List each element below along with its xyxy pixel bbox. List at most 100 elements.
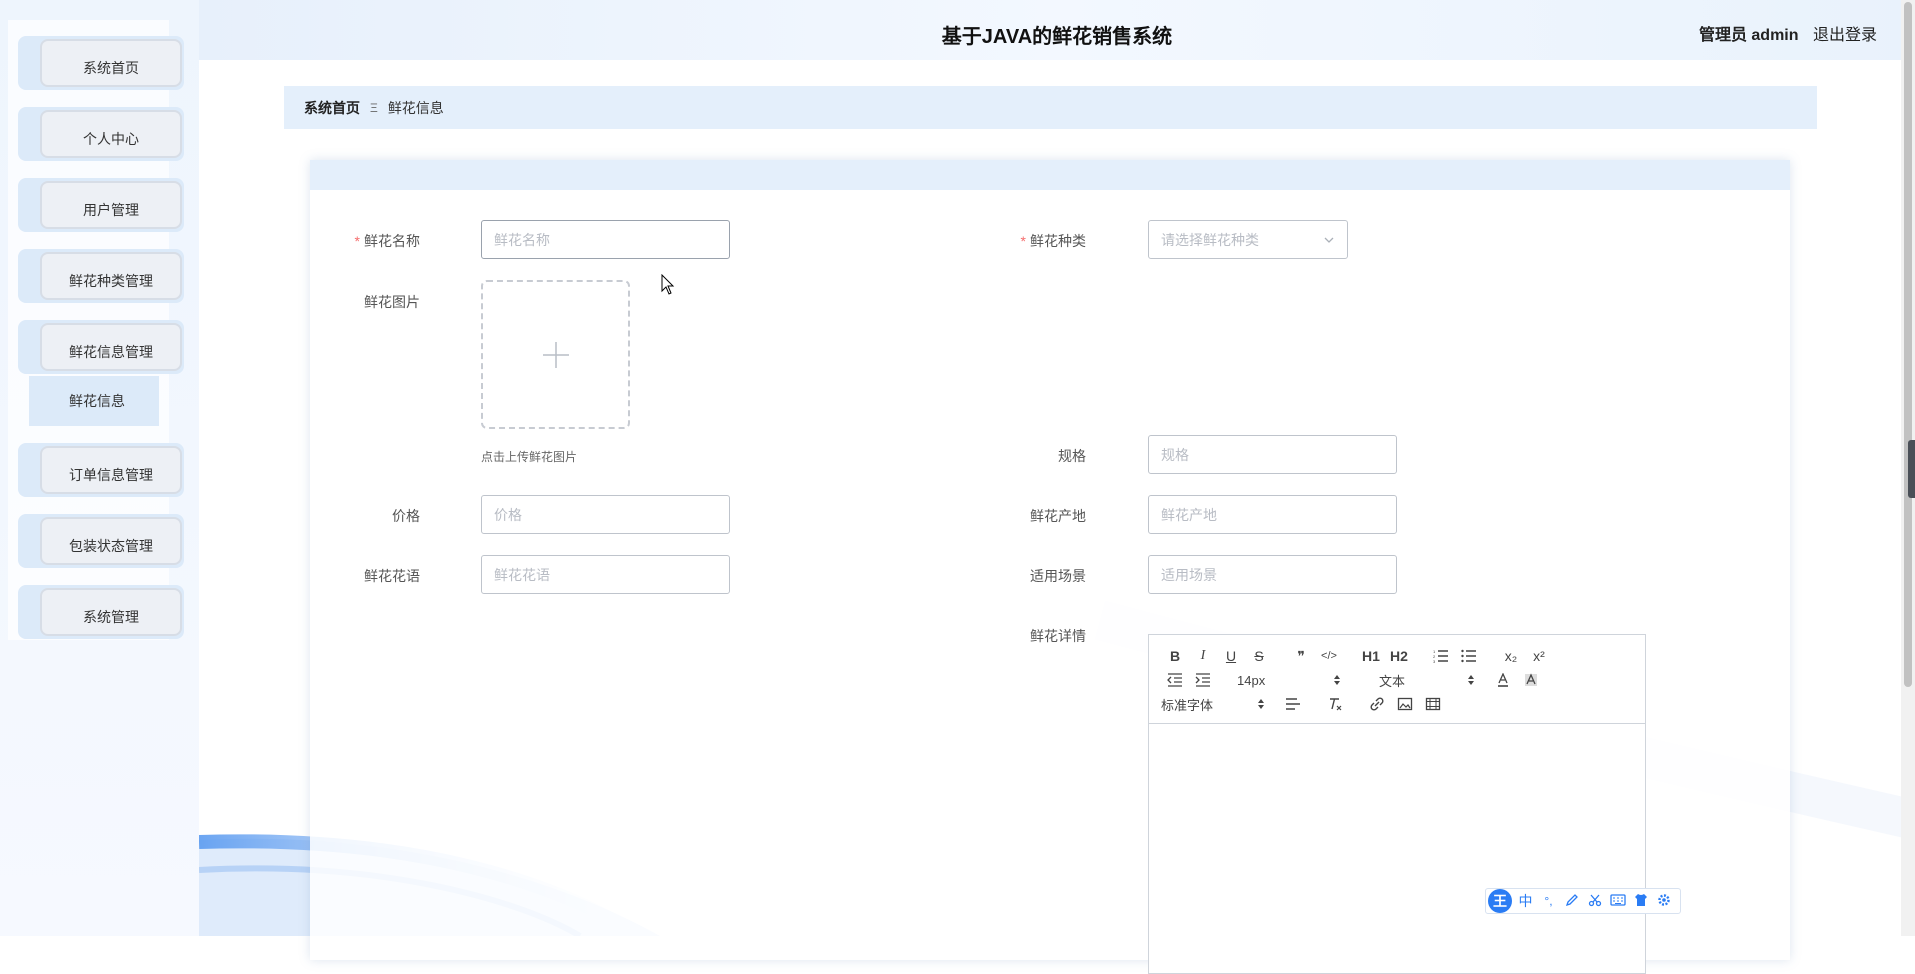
required-mark: * [354, 233, 360, 249]
h2-button[interactable]: H2 [1385, 645, 1413, 667]
italic-button[interactable]: I [1189, 645, 1217, 667]
ime-punctuation-toggle[interactable]: °, [1539, 894, 1558, 908]
logout-link[interactable]: 退出登录 [1813, 27, 1877, 44]
sidebar-item-label: 包装状态管理 [69, 538, 153, 554]
scene-input[interactable] [1148, 555, 1397, 594]
flower-name-label: * 鲜花名称 [310, 231, 420, 251]
flower-language-input[interactable] [481, 555, 730, 594]
indent-button[interactable] [1189, 669, 1217, 691]
code-button[interactable]: </> [1315, 645, 1343, 667]
flower-name-input[interactable] [481, 220, 730, 259]
upload-hint: 点击上传鲜花图片 [481, 450, 578, 464]
rich-text-editor: B I U S ❞ </> H1 H2 123 x₂ x² 14px 文本 标准… [1148, 634, 1646, 974]
sidebar-item-label: 鲜花种类管理 [69, 273, 153, 289]
sidebar-item-box: 个人中心 [40, 110, 182, 158]
ime-toolbar: 王 中 °, [1485, 888, 1681, 914]
strike-button[interactable]: S [1245, 645, 1273, 667]
sidebar-item-label: 系统管理 [83, 609, 139, 625]
font-color-button[interactable] [1489, 669, 1517, 691]
video-button[interactable] [1419, 693, 1447, 715]
sidebar-item-flower-info[interactable]: 鲜花信息管理 [18, 320, 184, 374]
sidebar-item-box: 鲜花信息管理 [40, 323, 182, 371]
font-color-icon [1498, 673, 1508, 687]
font-size-value: 14px [1237, 672, 1266, 688]
breadcrumb-current: 鲜花信息 [387, 99, 444, 116]
link-icon [1370, 697, 1384, 711]
ime-language-toggle[interactable]: 中 [1516, 891, 1535, 911]
bullet-list-icon [1461, 649, 1476, 663]
keyboard-icon[interactable] [1608, 893, 1627, 909]
header-type-select[interactable]: 文本 [1349, 669, 1475, 691]
align-left-icon [1286, 698, 1300, 710]
ordered-list-button[interactable]: 123 [1427, 645, 1455, 667]
h1-button[interactable]: H1 [1357, 645, 1385, 667]
settings-gear-icon[interactable] [1654, 893, 1673, 910]
svg-text:3: 3 [1433, 659, 1436, 663]
sidebar-item-orders[interactable]: 订单信息管理 [18, 443, 184, 497]
clear-format-icon [1330, 698, 1342, 711]
ordered-list-icon: 123 [1433, 649, 1448, 663]
card-header [310, 160, 1790, 190]
font-family-select[interactable]: 标准字体 [1161, 693, 1265, 715]
user-name: 管理员 admin [1698, 27, 1799, 44]
side-handle[interactable] [1908, 440, 1915, 498]
sidebar-item-box: 用户管理 [40, 181, 182, 229]
sidebar-item-box: 包装状态管理 [40, 517, 182, 565]
spec-input[interactable] [1148, 435, 1397, 474]
submenu-item-flower-info[interactable]: 鲜花信息 [29, 376, 159, 426]
image-upload-box[interactable] [481, 280, 630, 429]
sidebar-item-home[interactable]: 系统首页 [18, 36, 184, 90]
flower-language-label: 鲜花花语 [364, 568, 420, 584]
scene-label: 适用场景 [1030, 568, 1086, 584]
price-input[interactable] [481, 495, 730, 534]
plus-icon [542, 341, 569, 368]
outdent-button[interactable] [1161, 669, 1189, 691]
clear-format-button[interactable] [1321, 693, 1349, 715]
sidebar-item-box: 订单信息管理 [40, 446, 182, 494]
flower-type-placeholder: 请选择鲜花种类 [1161, 231, 1259, 248]
breadcrumb-home[interactable]: 系统首页 [304, 98, 360, 118]
bold-button[interactable]: B [1161, 645, 1189, 667]
sidebar-item-users[interactable]: 用户管理 [18, 178, 184, 232]
sidebar-item-system[interactable]: 系统管理 [18, 585, 184, 639]
background-color-button[interactable] [1517, 669, 1545, 691]
bullet-list-button[interactable] [1455, 645, 1483, 667]
blockquote-button[interactable]: ❞ [1287, 645, 1315, 667]
spec-label: 规格 [1058, 448, 1086, 464]
link-button[interactable] [1363, 693, 1391, 715]
sidebar-item-box: 系统管理 [40, 588, 182, 636]
skin-icon[interactable] [1631, 893, 1650, 910]
sidebar-item-packaging[interactable]: 包装状态管理 [18, 514, 184, 568]
flower-type-label-text: 鲜花种类 [1030, 233, 1086, 249]
sidebar-item-flower-types[interactable]: 鲜花种类管理 [18, 249, 184, 303]
background-color-icon [1525, 673, 1537, 686]
flower-image-label: 鲜花图片 [364, 294, 420, 310]
flower-type-select[interactable]: 请选择鲜花种类 [1148, 220, 1348, 259]
sidebar-item-box: 系统首页 [40, 39, 182, 87]
breadcrumb-separator: Ξ [370, 100, 378, 115]
font-size-select[interactable]: 14px [1217, 669, 1341, 691]
required-mark: * [1020, 233, 1026, 249]
scrollbar-thumb[interactable] [1904, 2, 1912, 687]
image-button[interactable] [1391, 693, 1419, 715]
top-header: 基于JAVA的鲜花销售系统 管理员 admin 退出登录 [199, 0, 1915, 60]
superscript-button[interactable]: x² [1525, 645, 1553, 667]
pen-icon[interactable] [1562, 893, 1581, 910]
scissors-icon[interactable] [1585, 893, 1604, 910]
subscript-button[interactable]: x₂ [1497, 645, 1525, 667]
font-family-value: 标准字体 [1161, 697, 1214, 713]
underline-button[interactable]: U [1217, 645, 1245, 667]
align-button[interactable] [1279, 693, 1307, 715]
origin-input[interactable] [1148, 495, 1397, 534]
sidebar-item-box: 鲜花种类管理 [40, 252, 182, 300]
sidebar: 系统首页 个人中心 用户管理 鲜花种类管理 鲜花信息管理 鲜花信息 订单信息管理… [0, 0, 199, 936]
submenu-item-label: 鲜花信息 [69, 393, 125, 409]
outdent-icon [1167, 673, 1182, 687]
image-icon [1397, 697, 1413, 711]
updown-icon [1258, 699, 1264, 709]
toolbar-row-3: 标准字体 [1161, 693, 1447, 715]
ime-logo-icon[interactable]: 王 [1488, 889, 1512, 913]
header-type-value: 文本 [1379, 673, 1406, 689]
sidebar-item-profile[interactable]: 个人中心 [18, 107, 184, 161]
price-label: 价格 [392, 508, 420, 524]
